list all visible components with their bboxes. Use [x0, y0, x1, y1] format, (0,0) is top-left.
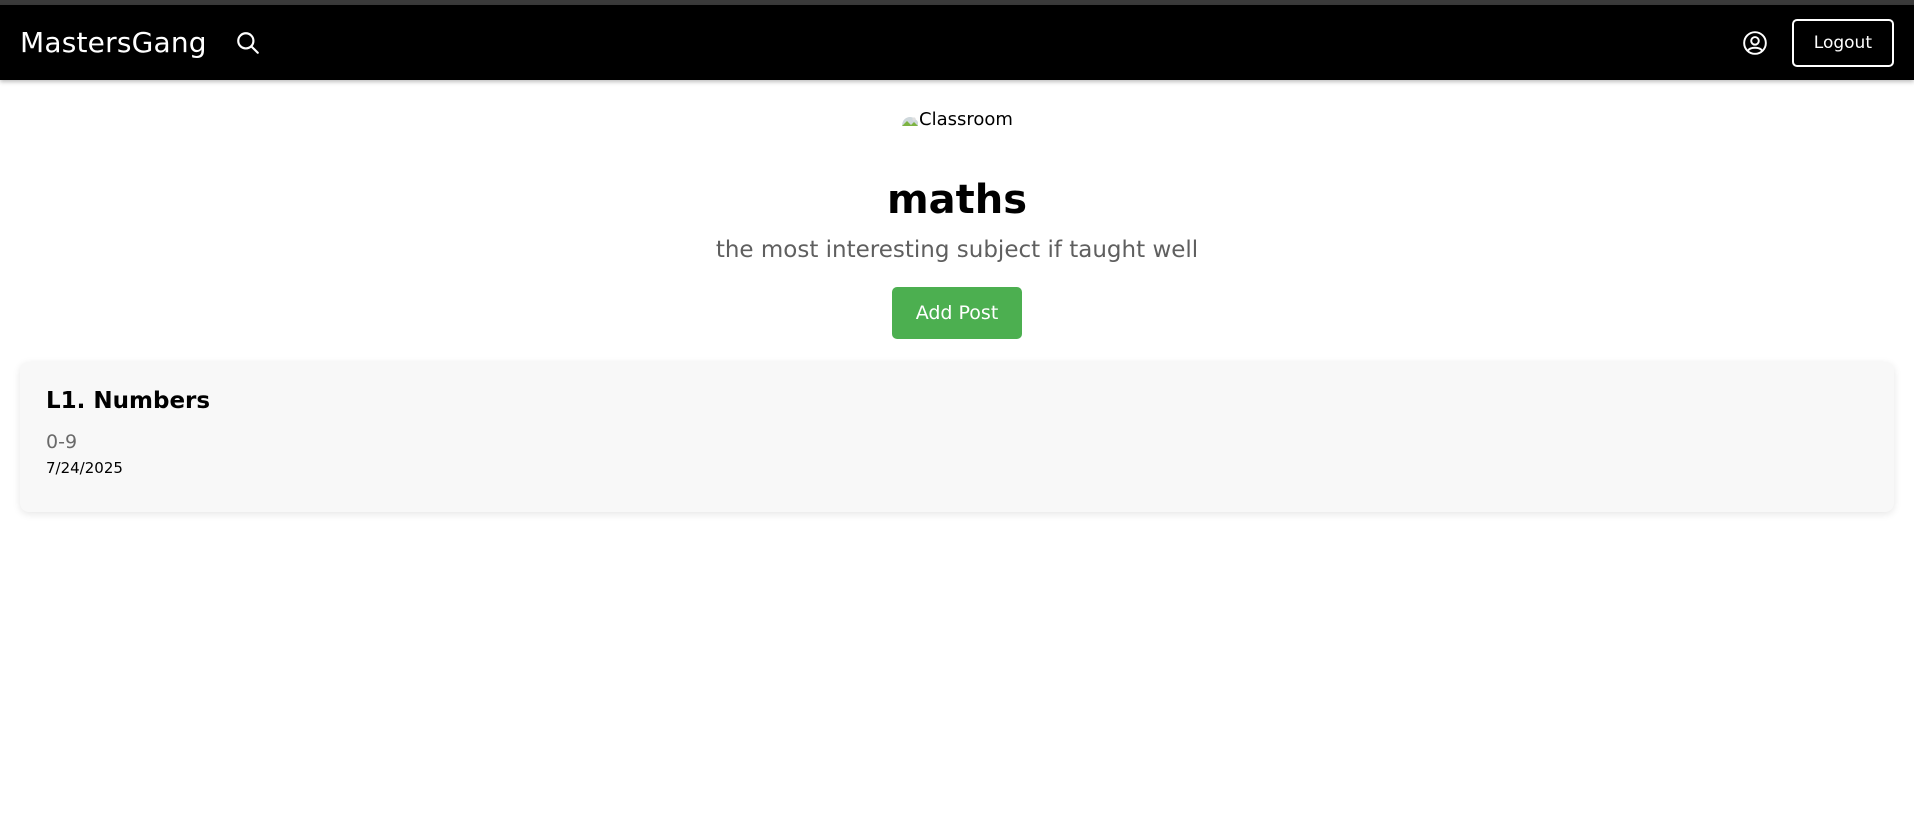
search-icon[interactable]: [233, 28, 263, 58]
post-card[interactable]: L1. Numbers 0-9 7/24/2025: [20, 362, 1894, 512]
add-post-button[interactable]: Add Post: [892, 287, 1022, 339]
post-date: 7/24/2025: [46, 459, 123, 477]
classroom-main: Classroom maths the most interesting sub…: [0, 80, 1914, 512]
page-title: maths: [886, 177, 1028, 223]
post-description: 0-9: [46, 431, 78, 453]
top-navbar: MastersGang Logout: [0, 5, 1914, 80]
navbar-right: Logout: [1740, 18, 1894, 67]
post-title: L1. Numbers: [46, 388, 211, 414]
navbar-left: MastersGang: [20, 26, 263, 59]
classroom-image-alt: Classroom: [919, 108, 1013, 130]
user-circle-icon[interactable]: [1740, 28, 1770, 58]
classroom-image: Classroom: [901, 108, 1013, 130]
logout-button[interactable]: Logout: [1791, 18, 1894, 67]
brand-logo[interactable]: MastersGang: [20, 26, 207, 59]
broken-image-icon: [901, 112, 919, 126]
classroom-description: the most interesting subject if taught w…: [715, 237, 1199, 263]
